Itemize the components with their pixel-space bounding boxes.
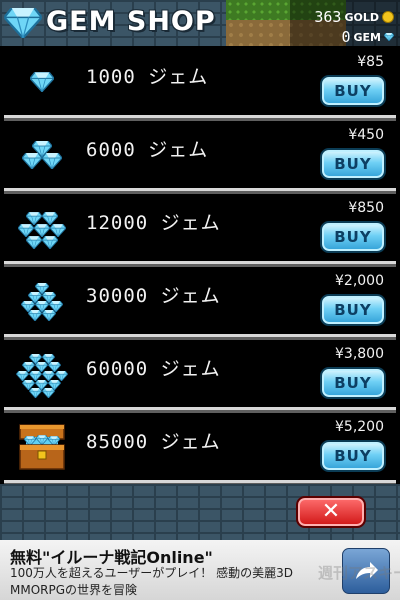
- price-label: ¥850: [348, 200, 384, 216]
- shop-row: 30000 ジェム ¥2,000 BUY: [4, 267, 396, 340]
- shop-title: GEM SHOP: [46, 6, 216, 37]
- gold-coin-icon: [382, 11, 394, 23]
- gem-logo-icon: [4, 8, 42, 38]
- shop-row: 12000 ジェム ¥850 BUY: [4, 194, 396, 267]
- header-bar: GEM SHOP 363 GOLD 0 GEM: [0, 0, 400, 46]
- price-label: ¥450: [348, 127, 384, 143]
- gem-amount: 30000 ジェム: [86, 285, 221, 307]
- single-gem-icon: [30, 72, 54, 92]
- gold-counter: 363 GOLD: [314, 8, 394, 26]
- shop-row: 60000 ジェム ¥3,800 BUY: [4, 340, 396, 413]
- shop-row: 1000 ジェム ¥85 BUY: [4, 48, 396, 121]
- buy-button[interactable]: BUY: [320, 294, 386, 326]
- price-label: ¥2,000: [335, 273, 384, 289]
- gem-amount: 1000 ジェム: [86, 66, 209, 88]
- gem-shop-screen: GEM SHOP 363 GOLD 0 GEM 1000 ジェム ¥85 BUY: [0, 0, 400, 600]
- small-gem-pile-icon: [22, 141, 62, 169]
- price-label: ¥5,200: [335, 419, 384, 435]
- close-button[interactable]: ✕: [296, 496, 366, 528]
- buy-button[interactable]: BUY: [320, 221, 386, 253]
- buy-button[interactable]: BUY: [320, 148, 386, 180]
- gem-treasure-chest-icon: [19, 424, 65, 470]
- gem-small-icon: [384, 32, 394, 42]
- gold-label: GOLD: [344, 10, 379, 24]
- gold-count: 363: [314, 8, 342, 26]
- gem-amount: 12000 ジェム: [86, 212, 221, 234]
- price-label: ¥85: [357, 54, 384, 70]
- gem-amount: 60000 ジェム: [86, 358, 221, 380]
- ad-description-line1: 100万人を超えるユーザーがプレイ！ 感動の美麗3D: [10, 566, 293, 580]
- close-icon: ✕: [321, 499, 341, 524]
- ad-description-line2: MMORPGの世界を冒険: [10, 583, 138, 597]
- gem-pile-icon: [18, 212, 66, 249]
- large-gem-heap-icon: [16, 354, 68, 398]
- shop-row: 85000 ジェム ¥5,200 BUY: [4, 413, 396, 486]
- gem-counter: 0 GEM: [341, 28, 394, 46]
- shop-list: 1000 ジェム ¥85 BUY 6000 ジェム ¥450 BUY 12000…: [4, 46, 396, 486]
- gem-amount: 6000 ジェム: [86, 139, 209, 161]
- bottom-bar: ✕: [0, 484, 400, 540]
- buy-button[interactable]: BUY: [320, 440, 386, 472]
- gem-heap-icon: [21, 283, 63, 321]
- gem-label: GEM: [353, 30, 382, 44]
- shop-row: 6000 ジェム ¥450 BUY: [4, 121, 396, 194]
- gem-amount: 85000 ジェム: [86, 431, 221, 453]
- buy-button[interactable]: BUY: [320, 367, 386, 399]
- price-label: ¥3,800: [335, 346, 384, 362]
- buy-button[interactable]: BUY: [320, 75, 386, 107]
- watermark: 週刊アスキー: [318, 564, 400, 582]
- gem-count: 0: [341, 28, 351, 46]
